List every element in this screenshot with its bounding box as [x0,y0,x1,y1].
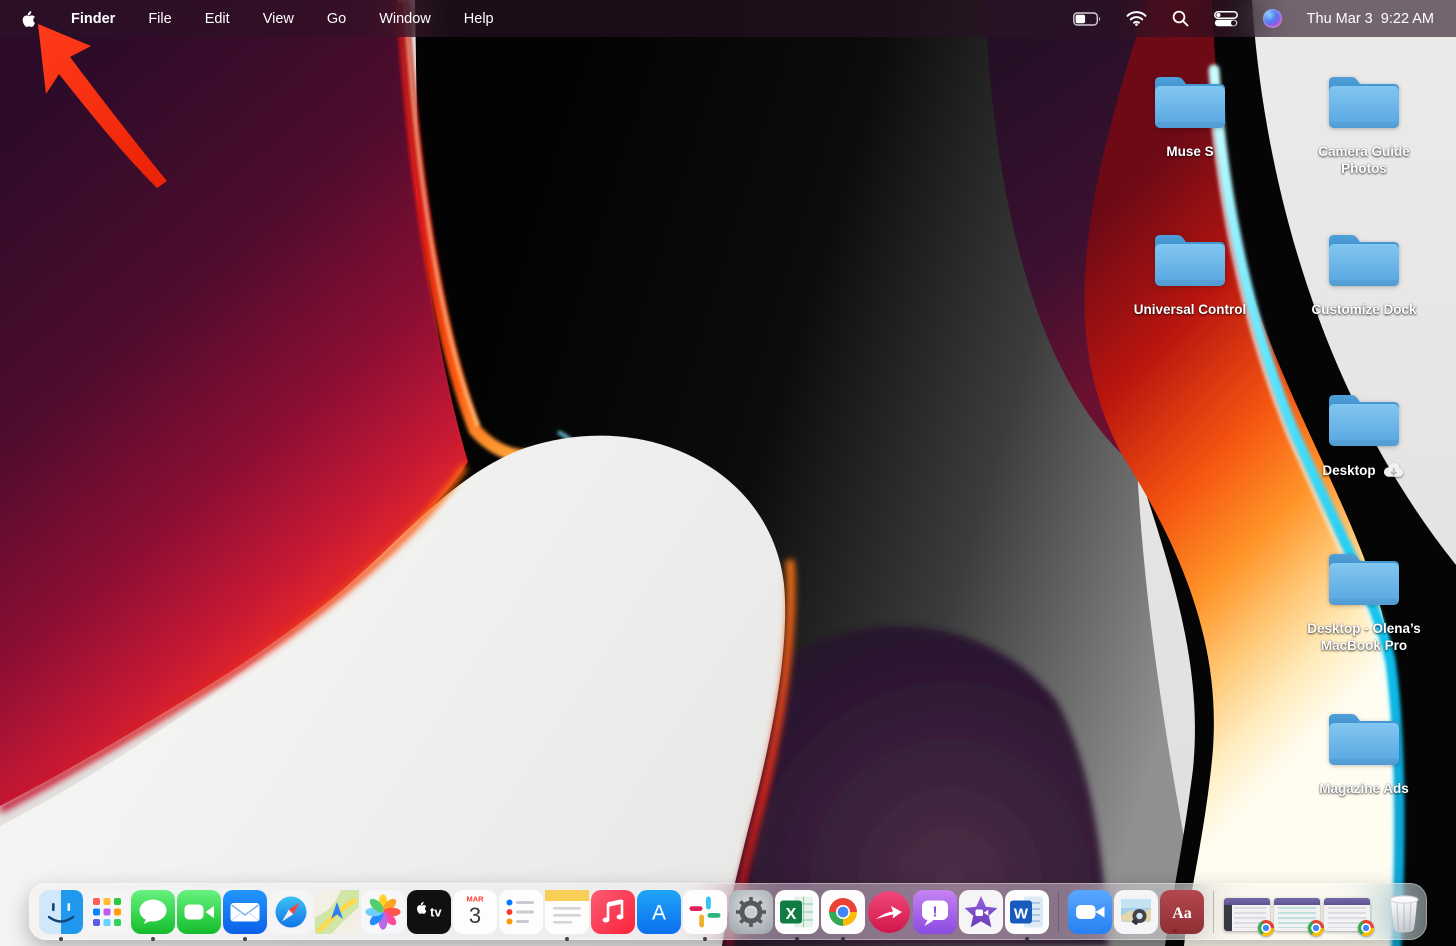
menu-item-help[interactable]: Help [464,11,494,27]
folder-label: Customize Dock [1311,302,1417,317]
svg-text:!: ! [933,903,938,920]
window-titlebar [1224,898,1270,905]
desktop-folder-magazine-ads[interactable]: Magazine Ads [1279,707,1449,797]
folder-icon [1329,395,1399,446]
svg-text:W: W [1014,905,1029,922]
svg-text:A: A [652,901,666,924]
dock-minimized-window-3[interactable] [1324,898,1374,936]
wifi-icon[interactable] [1126,11,1147,26]
dock-trash[interactable] [1382,890,1426,934]
folder-label: Desktop [1322,462,1376,478]
siri-icon[interactable] [1262,9,1282,28]
desktop-folder-customize-dock[interactable]: Customize Dock [1279,228,1449,318]
desktop-folder-desktop[interactable]: Desktop [1279,388,1449,479]
desktop-folder-muse-s[interactable]: Muse S [1105,70,1275,160]
dock-maps[interactable] [315,889,359,934]
dock-messages[interactable] [131,889,175,941]
dock-divider [1058,890,1059,933]
dock-notes[interactable] [545,889,589,941]
dock-facetime[interactable] [177,889,221,934]
running-indicator [841,936,845,941]
desktop-folder-desktop-olenas-macbook-pro[interactable]: Desktop - Olena’s MacBook Pro [1279,547,1449,654]
dock-mail[interactable] [223,889,267,941]
window-titlebar [1324,898,1370,905]
dock-skitch[interactable] [867,890,911,934]
menu-item-view[interactable]: View [263,11,294,27]
folder-label: Camera Guide Photos [1318,144,1410,176]
folder-label: Desktop - Olena’s MacBook Pro [1307,621,1421,653]
dock-word[interactable]: W [1005,889,1049,941]
folder-icon [1329,714,1399,765]
dock-finder[interactable] [39,889,83,941]
folder-label: Muse S [1166,144,1214,159]
menu-item-edit[interactable]: Edit [205,11,230,27]
chrome-badge-icon [1358,920,1374,936]
dock-reminders[interactable] [499,889,543,934]
dock-chrome[interactable] [821,889,865,941]
dock-calendar[interactable]: MAR 3 [453,889,497,934]
svg-text:X: X [786,906,797,923]
running-indicator [795,936,799,941]
folder-label: Magazine Ads [1319,781,1409,796]
running-indicator [243,936,247,941]
menu-item-file[interactable]: File [148,11,171,27]
dock-apple-tv[interactable]: tv [407,889,451,934]
svg-text:3: 3 [469,903,481,928]
dock-excel[interactable]: X [775,889,819,941]
battery-icon[interactable] [1072,11,1101,26]
running-indicator [565,936,569,941]
menu-item-go[interactable]: Go [327,11,346,27]
chrome-badge-icon [1308,920,1324,936]
menu-item-finder[interactable]: Finder [71,11,115,27]
folder-icon [1329,554,1399,605]
chrome-badge-icon [1258,920,1274,936]
dock-app-store[interactable]: A [637,889,681,934]
svg-text:Aa: Aa [1172,905,1192,922]
folder-icon [1155,77,1225,128]
dock-safari[interactable] [269,889,313,934]
dock-system-preferences[interactable] [729,889,773,934]
dock-minimized-window-2[interactable] [1274,898,1324,936]
folder-label: Universal Control [1133,302,1247,317]
apple-menu-logo[interactable] [20,8,38,30]
spotlight-search-icon[interactable] [1172,10,1189,27]
dock-minimized-window-1[interactable] [1224,898,1274,936]
dock-divider [1213,890,1214,933]
folder-icon [1155,235,1225,286]
running-indicator [151,936,155,941]
dock-slack[interactable] [683,889,727,941]
icloud-download-icon [1383,462,1403,477]
menu-bar: Finder File Edit View Go Window Help Thu… [0,0,1456,37]
menu-bar-clock[interactable]: Thu Mar 3 9:22 AM [1307,11,1434,27]
dock-zoom[interactable] [1068,889,1112,934]
desktop-folder-universal-control[interactable]: Universal Control [1105,228,1275,318]
folder-icon [1329,235,1399,286]
dock: tv MAR 3 A X ! W Aa [29,883,1427,941]
running-indicator [703,936,707,941]
window-titlebar [1274,898,1320,905]
dock-chat-app[interactable]: ! [913,889,957,934]
desktop-folder-camera-guide-photos[interactable]: Camera Guide Photos [1279,70,1449,177]
dock-imovie[interactable] [959,889,1003,934]
menu-item-window[interactable]: Window [379,11,431,27]
dock-music[interactable] [591,889,635,934]
folder-icon [1329,77,1399,128]
dock-photos[interactable] [361,889,405,934]
running-indicator [1025,936,1029,941]
appletv-glyph: tv [430,904,442,919]
dock-launchpad[interactable] [85,889,129,934]
running-indicator [59,936,63,941]
dock-dictionary[interactable]: Aa [1160,889,1204,934]
macos-desktop: Finder File Edit View Go Window Help Thu… [0,0,1456,946]
control-center-icon[interactable] [1213,10,1238,27]
dock-preview[interactable] [1114,889,1158,934]
